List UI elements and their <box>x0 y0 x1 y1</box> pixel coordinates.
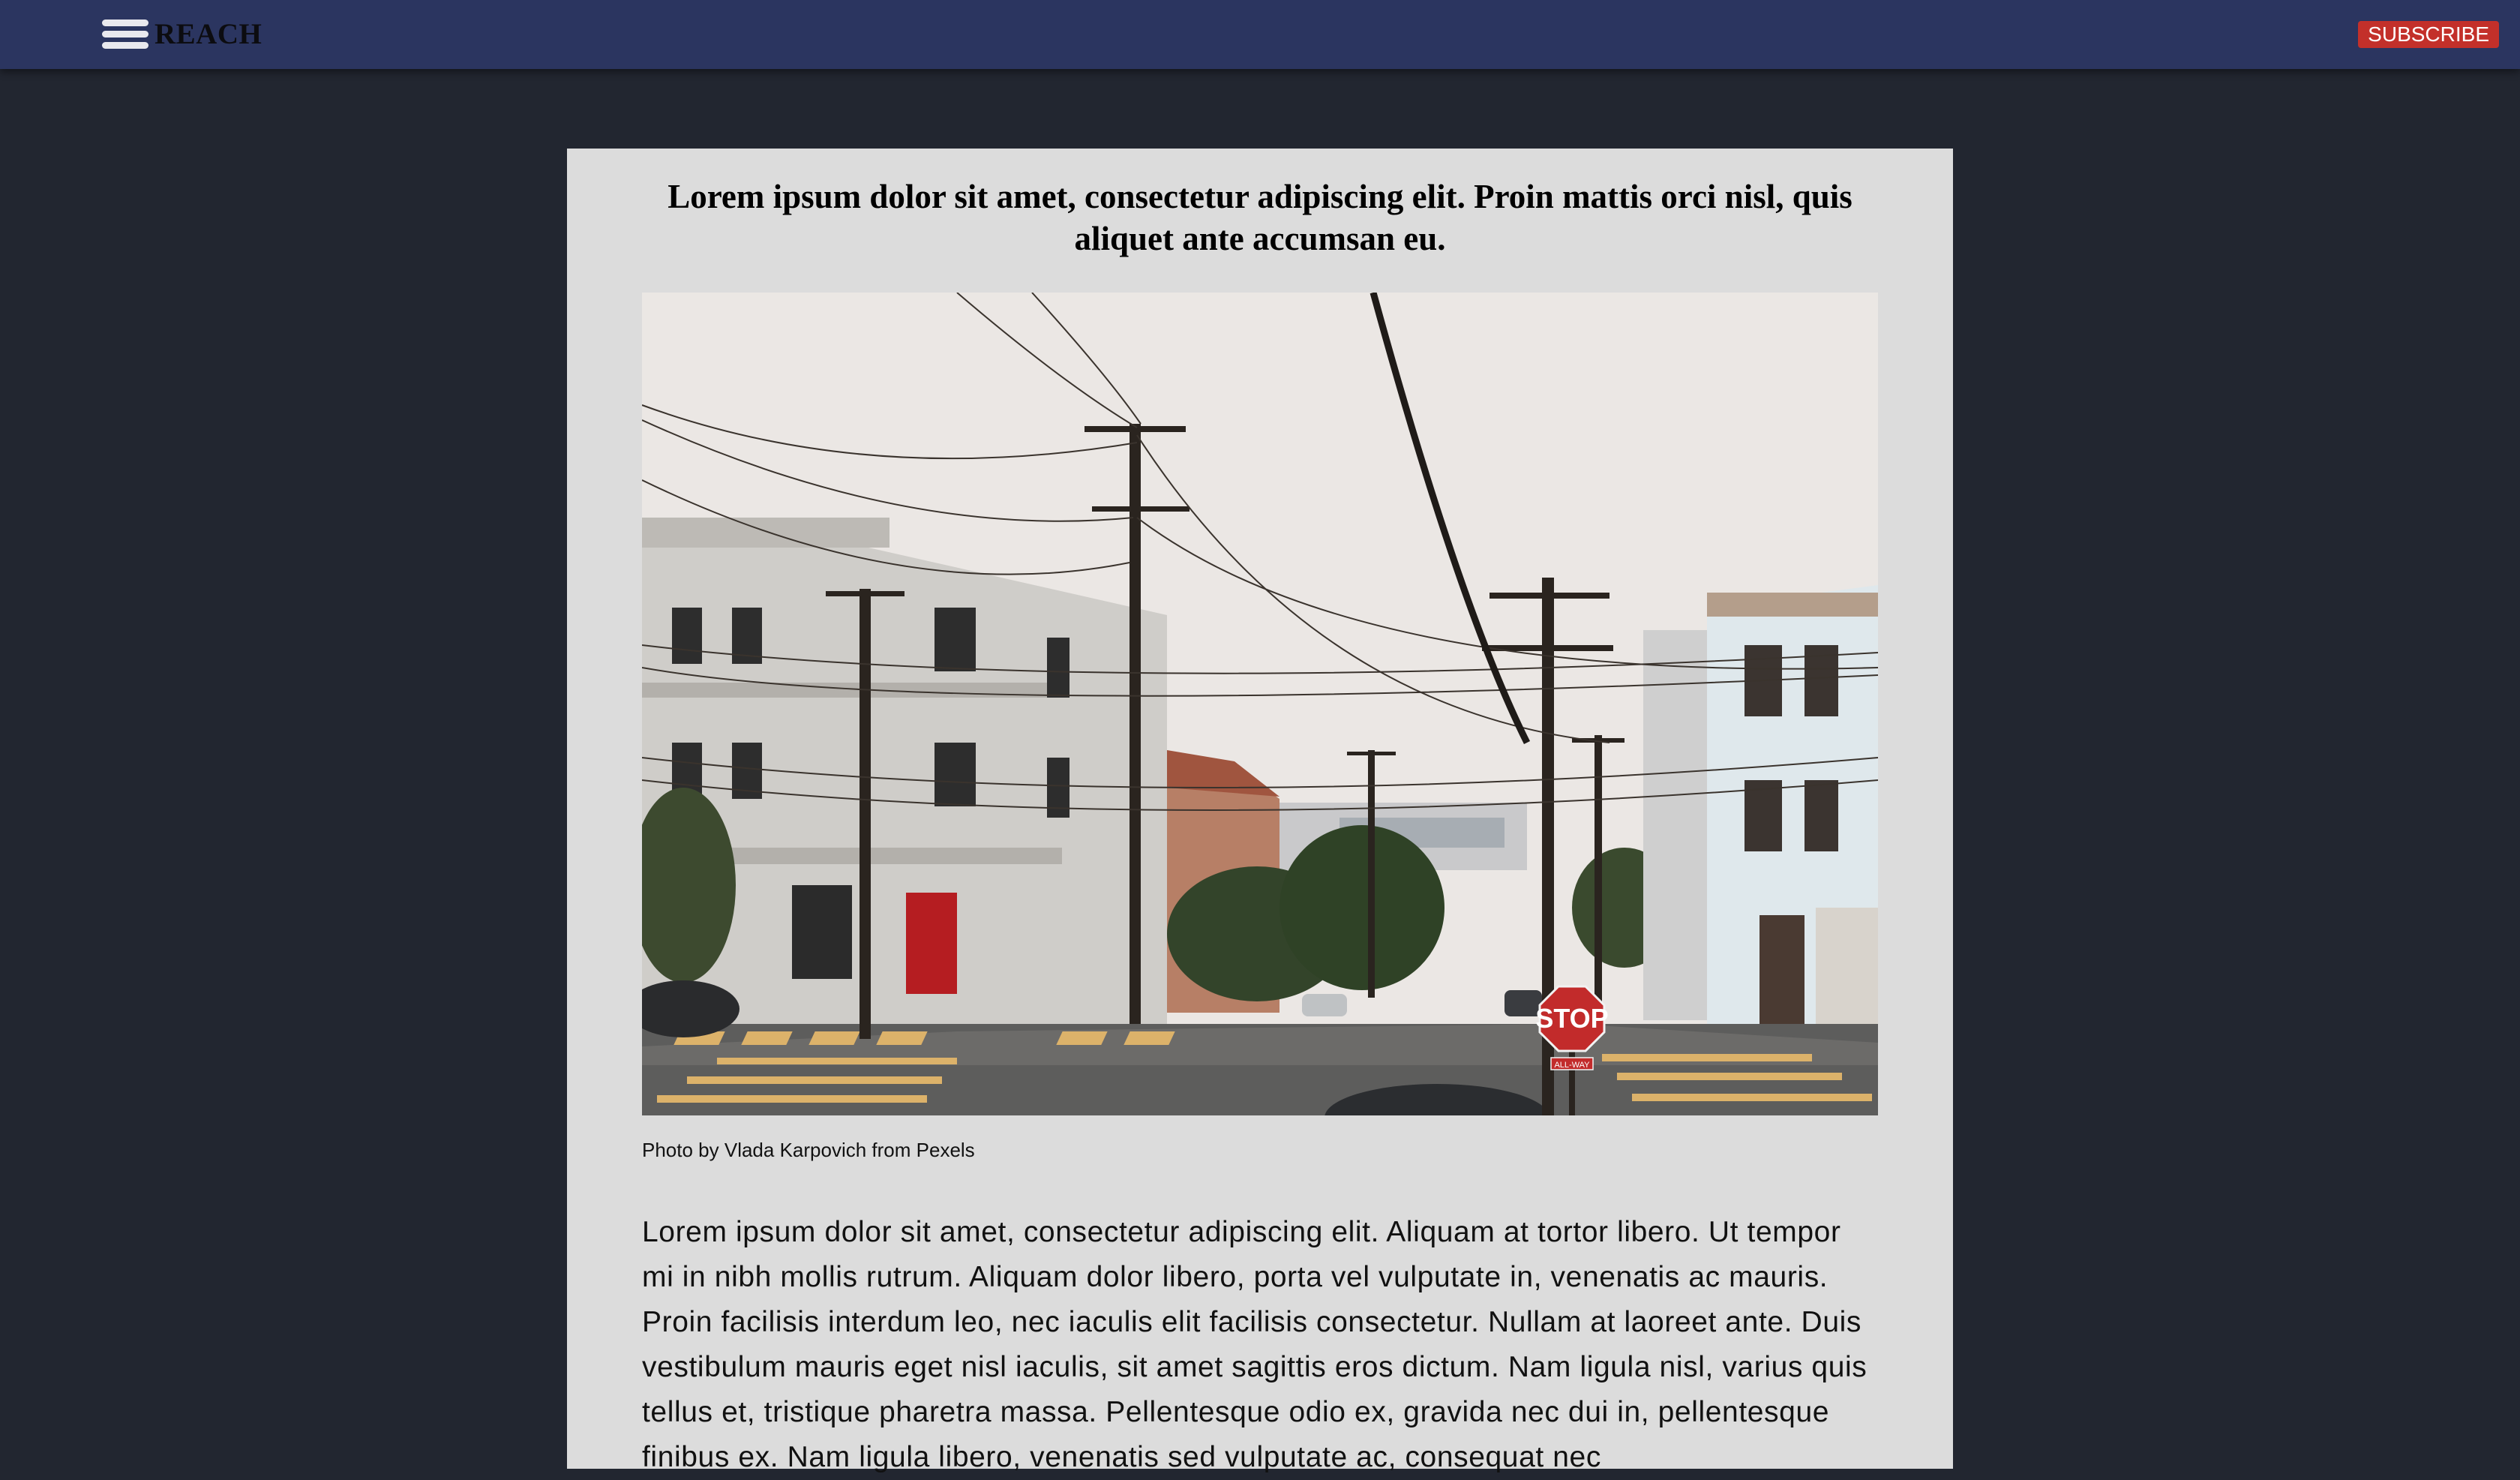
subscribe-button[interactable]: SUBSCRIBE <box>2358 21 2499 48</box>
all-way-sign-text: ALL-WAY <box>1554 1061 1590 1070</box>
hamburger-menu-icon[interactable] <box>102 20 148 50</box>
top-navigation-bar: REACH SUBSCRIBE <box>0 0 2520 69</box>
site-logo[interactable]: REACH <box>154 17 262 53</box>
article-title: Lorem ipsum dolor sit amet, consectetur … <box>668 178 1852 257</box>
article-photo: STOP ALL-WAY <box>642 293 1878 1115</box>
stop-sign-text: STOP <box>1535 1003 1608 1034</box>
photo-caption: Photo by Vlada Karpovich from Pexels <box>642 1139 975 1161</box>
article-body: Lorem ipsum dolor sit amet, consectetur … <box>642 1216 1868 1473</box>
article-card: Lorem ipsum dolor sit amet, consectetur … <box>567 149 1953 1473</box>
